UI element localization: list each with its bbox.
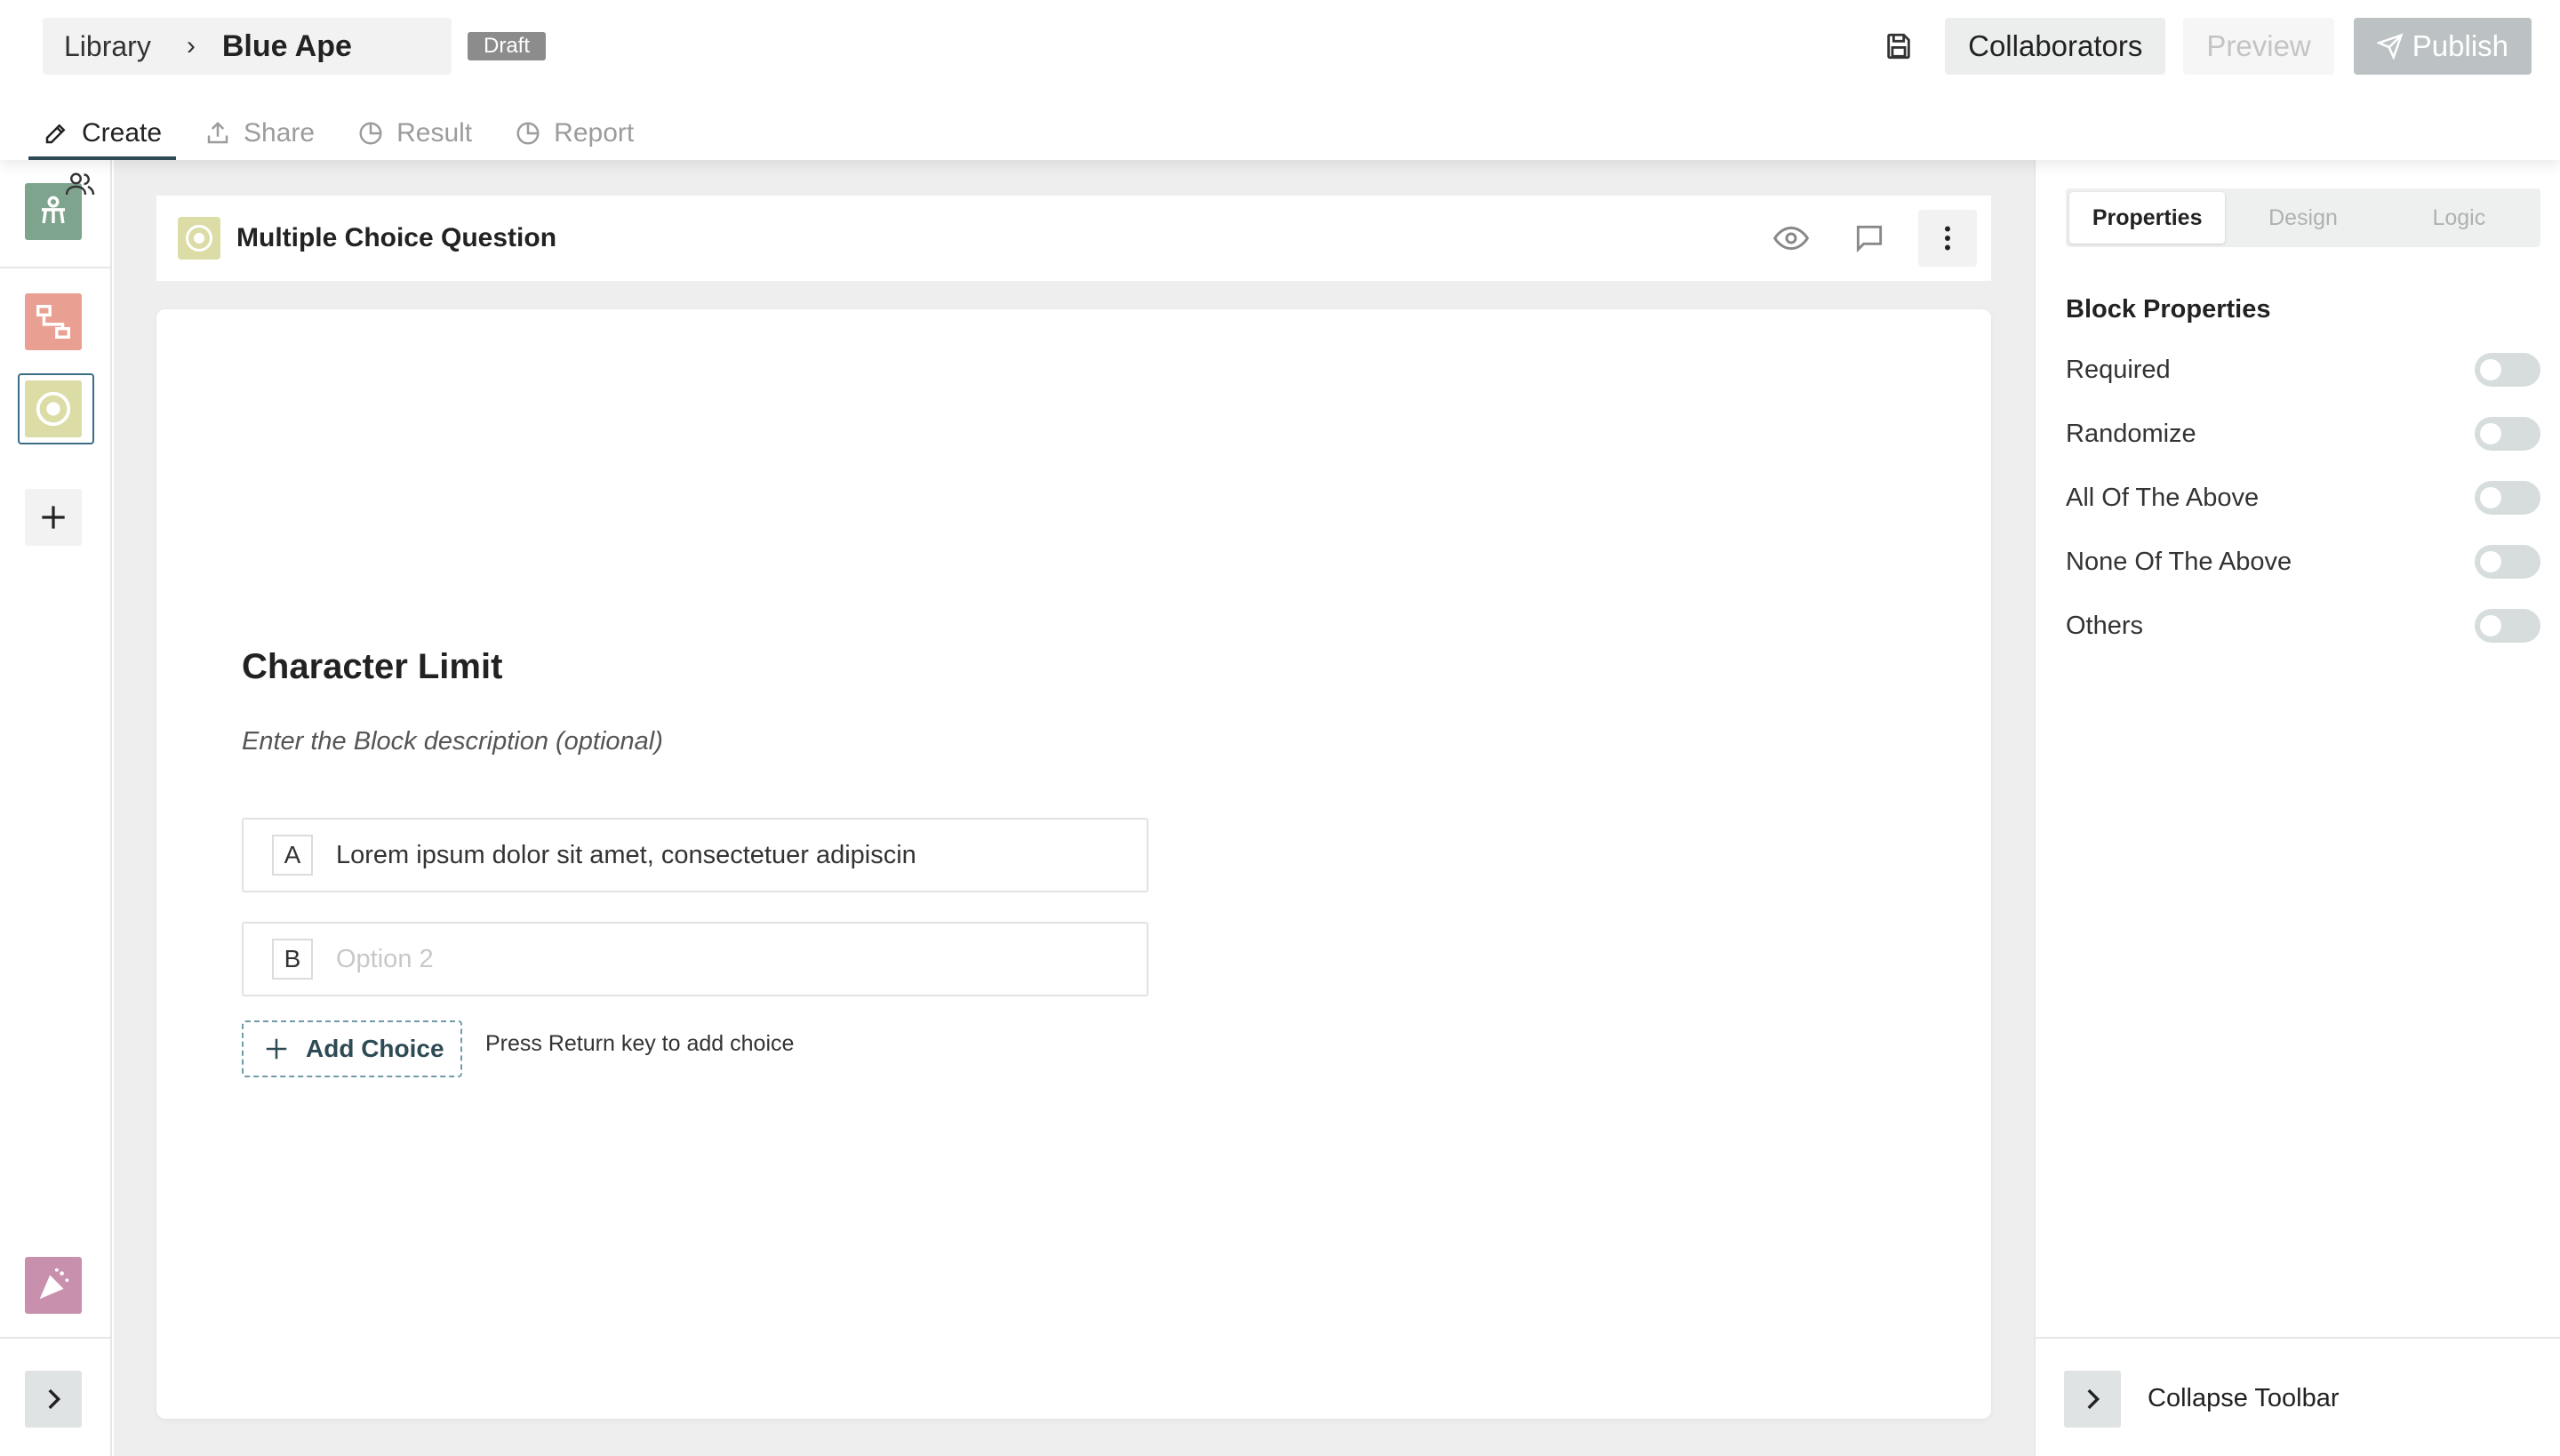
choice-key: B bbox=[272, 939, 313, 980]
tab-logic[interactable]: Logic bbox=[2381, 192, 2537, 244]
header-actions: Collaborators Preview Publish bbox=[1870, 18, 2532, 75]
properties-panel: Properties Design Logic Block Properties… bbox=[2034, 160, 2560, 1456]
more-vertical-icon bbox=[1945, 226, 1950, 251]
pencil-icon bbox=[45, 124, 66, 144]
property-label: Others bbox=[2066, 611, 2144, 640]
tab-label: Create bbox=[82, 118, 163, 148]
main-tabs: Create Share Result Report bbox=[28, 107, 662, 160]
users-icon bbox=[65, 172, 95, 196]
pie-chart-icon bbox=[359, 122, 382, 145]
tab-report[interactable]: Report bbox=[500, 107, 648, 160]
comment-button[interactable] bbox=[1840, 210, 1899, 267]
multiple-choice-block-item[interactable] bbox=[25, 380, 82, 437]
chevron-right-icon bbox=[2087, 1388, 2100, 1410]
preview-button[interactable]: Preview bbox=[2183, 18, 2334, 75]
send-icon bbox=[2376, 33, 2404, 60]
plus-icon bbox=[42, 506, 65, 529]
choice-option-b[interactable]: B Option 2 bbox=[242, 922, 1148, 996]
form-name[interactable]: Blue Ape bbox=[222, 29, 352, 64]
eye-icon bbox=[1773, 226, 1809, 251]
radio-choice-icon bbox=[36, 391, 71, 427]
collaborators-button[interactable]: Collaborators bbox=[1945, 18, 2166, 75]
logic-flow-item[interactable] bbox=[25, 293, 82, 350]
status-badge: Draft bbox=[468, 32, 547, 60]
tab-label: Report bbox=[554, 118, 635, 148]
share-icon bbox=[207, 121, 228, 144]
block-type-label: Multiple Choice Question bbox=[236, 223, 557, 252]
add-choice-label: Add Choice bbox=[306, 1035, 444, 1062]
property-label: All Of The Above bbox=[2066, 483, 2260, 512]
tab-properties[interactable]: Properties bbox=[2069, 192, 2226, 244]
none-of-the-above-toggle[interactable] bbox=[2475, 545, 2540, 579]
breadcrumb: Library › Blue Ape bbox=[43, 18, 452, 75]
comment-icon bbox=[1856, 225, 1883, 253]
block-rail bbox=[0, 160, 112, 1456]
save-button[interactable] bbox=[1870, 18, 1927, 75]
breadcrumb-library-link[interactable]: Library bbox=[64, 30, 151, 63]
radio-choice-icon bbox=[186, 225, 212, 252]
collapse-toolbar-button[interactable] bbox=[2064, 1371, 2121, 1428]
randomize-toggle[interactable] bbox=[2475, 417, 2540, 451]
panel-tabs: Properties Design Logic bbox=[2066, 188, 2540, 247]
publish-button[interactable]: Publish bbox=[2353, 18, 2532, 75]
add-block-button[interactable] bbox=[25, 489, 82, 546]
panel-divider bbox=[2036, 1337, 2560, 1339]
choice-text[interactable]: Option 2 bbox=[336, 945, 434, 974]
property-others: Others bbox=[2066, 606, 2540, 645]
property-randomize: Randomize bbox=[2066, 414, 2540, 453]
save-icon bbox=[1887, 33, 1910, 60]
collapse-toolbar-label: Collapse Toolbar bbox=[2148, 1384, 2340, 1412]
thank-you-block-item[interactable] bbox=[25, 1257, 82, 1314]
expand-rail-button[interactable] bbox=[25, 1371, 82, 1428]
block-type-badge bbox=[178, 217, 220, 260]
tab-share[interactable]: Share bbox=[190, 107, 329, 160]
chevron-right-icon bbox=[48, 1388, 61, 1410]
property-all-of-the-above: All Of The Above bbox=[2066, 478, 2540, 517]
tab-label: Result bbox=[396, 118, 473, 148]
add-choice-hint: Press Return key to add choice bbox=[485, 1031, 795, 1056]
block-actions bbox=[1742, 210, 1977, 267]
tab-create[interactable]: Create bbox=[28, 107, 177, 160]
breadcrumb-separator: › bbox=[186, 31, 196, 60]
editor-canvas: Multiple Choice Question Character Limit… bbox=[114, 160, 2034, 1456]
pie-chart-icon bbox=[516, 122, 540, 145]
plus-icon bbox=[266, 1038, 287, 1060]
tab-result[interactable]: Result bbox=[343, 107, 486, 160]
question-title[interactable]: Character Limit bbox=[242, 647, 502, 687]
question-card: Character Limit Enter the Block descript… bbox=[156, 309, 1991, 1419]
add-choice-button[interactable]: Add Choice bbox=[242, 1020, 462, 1077]
all-of-the-above-toggle[interactable] bbox=[2475, 481, 2540, 515]
property-label: Randomize bbox=[2066, 419, 2196, 448]
tab-label: Share bbox=[244, 118, 316, 148]
top-bar: Library › Blue Ape Draft Collaborators P… bbox=[0, 0, 2560, 160]
property-label: Required bbox=[2066, 355, 2171, 384]
rail-divider bbox=[0, 1337, 110, 1339]
rail-divider bbox=[0, 267, 110, 268]
required-toggle[interactable] bbox=[2475, 353, 2540, 387]
more-options-button[interactable] bbox=[1918, 210, 1977, 267]
choice-option-a[interactable]: A Lorem ipsum dolor sit amet, consectetu… bbox=[242, 818, 1148, 892]
thank-you-icon bbox=[39, 1268, 69, 1300]
property-none-of-the-above: None Of The Above bbox=[2066, 542, 2540, 581]
section-title: Block Properties bbox=[2066, 295, 2271, 324]
tab-design[interactable]: Design bbox=[2225, 192, 2380, 244]
preview-block-button[interactable] bbox=[1762, 210, 1820, 267]
flow-icon bbox=[36, 305, 70, 339]
question-description[interactable]: Enter the Block description (optional) bbox=[242, 727, 663, 756]
choice-key: A bbox=[272, 835, 313, 876]
block-toolbar: Multiple Choice Question bbox=[156, 196, 1991, 281]
choice-text[interactable]: Lorem ipsum dolor sit amet, consectetuer… bbox=[336, 841, 916, 870]
publish-label: Publish bbox=[2412, 29, 2508, 62]
property-required: Required bbox=[2066, 350, 2540, 389]
property-label: None Of The Above bbox=[2066, 547, 2292, 576]
others-toggle[interactable] bbox=[2475, 609, 2540, 643]
